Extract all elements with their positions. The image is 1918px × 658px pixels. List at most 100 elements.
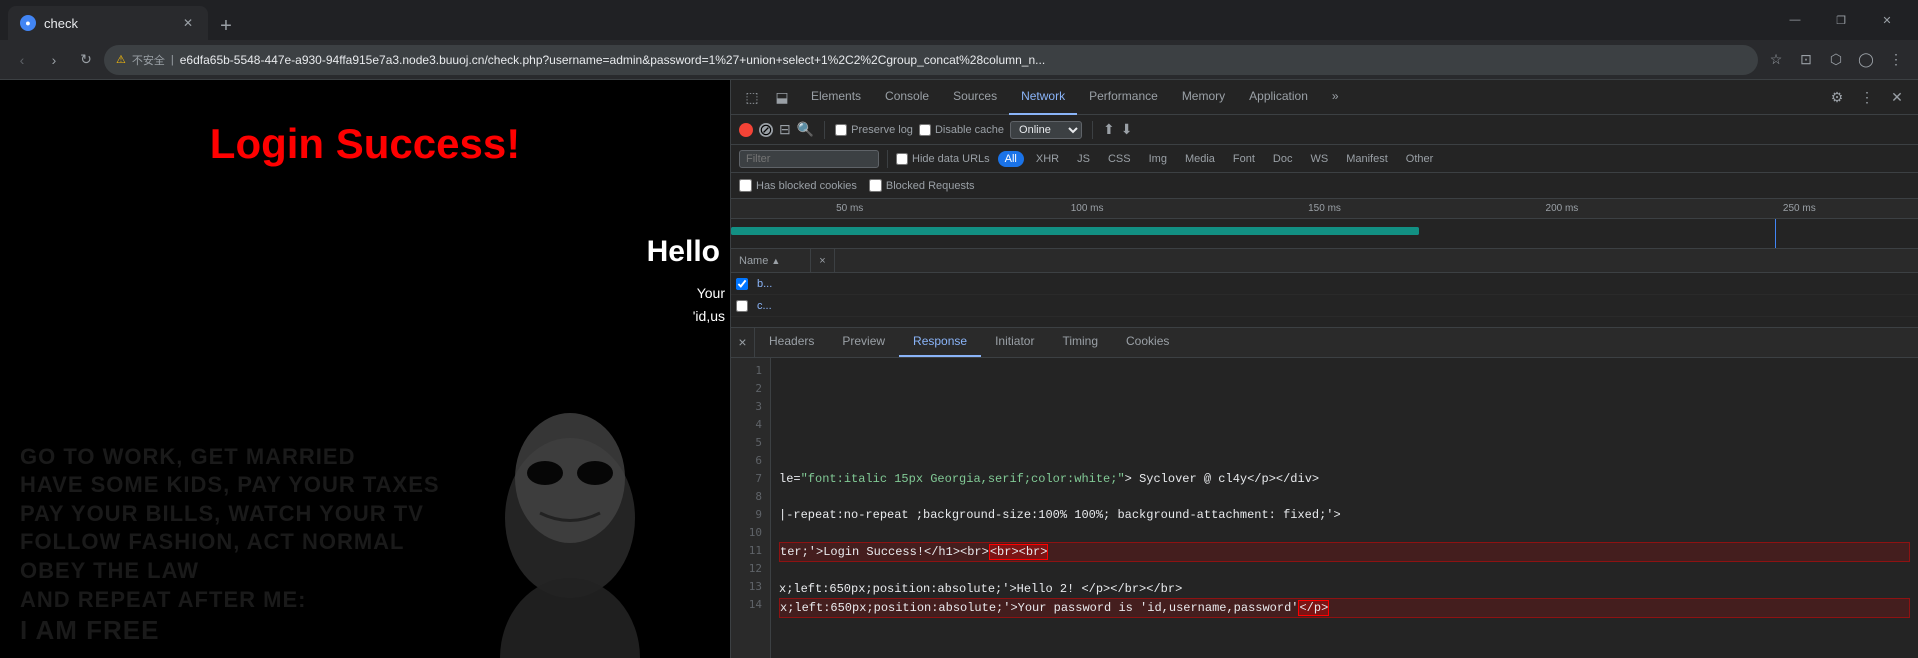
filter-font[interactable]: Font <box>1227 152 1261 166</box>
blocked-requests-input[interactable] <box>869 179 882 192</box>
filter-css[interactable]: CSS <box>1102 152 1137 166</box>
request-row-1-checkbox[interactable] <box>731 278 753 290</box>
disable-cache-input[interactable] <box>919 124 931 136</box>
import-button[interactable]: ⬆ <box>1103 121 1115 138</box>
export-button[interactable]: ⬇ <box>1121 121 1133 138</box>
preserve-log-checkbox[interactable]: Preserve log <box>835 124 913 136</box>
network-throttle-select[interactable]: Online Fast 3G Slow 3G Offline <box>1010 121 1082 139</box>
cast-button[interactable]: ⊡ <box>1792 46 1820 74</box>
row-1-checkbox-input[interactable] <box>736 278 748 290</box>
filter-img[interactable]: Img <box>1143 152 1173 166</box>
devtools-tab-application[interactable]: Application <box>1237 80 1320 115</box>
stop-button[interactable]: ⊘ <box>759 123 773 137</box>
code-line-5 <box>779 434 1910 452</box>
filter-manifest[interactable]: Manifest <box>1340 152 1394 166</box>
devtools-tab-performance[interactable]: Performance <box>1077 80 1170 115</box>
has-blocked-cookies-input[interactable] <box>739 179 752 192</box>
filter-js[interactable]: JS <box>1071 152 1096 166</box>
filter-other[interactable]: Other <box>1400 152 1440 166</box>
profile-button[interactable]: ◯ <box>1852 46 1880 74</box>
code-line-8 <box>779 488 1910 506</box>
filter-button[interactable]: ⊟ <box>779 121 791 138</box>
maximize-button[interactable]: ❐ <box>1818 0 1864 40</box>
line-num-10: 10 <box>731 524 770 542</box>
sub-tab-timing[interactable]: Timing <box>1048 327 1112 357</box>
has-blocked-cookies-checkbox[interactable]: Has blocked cookies <box>739 179 857 192</box>
devtools-tab-memory[interactable]: Memory <box>1170 80 1237 115</box>
disable-cache-checkbox[interactable]: Disable cache <box>919 124 1004 136</box>
timeline-bars <box>731 219 1918 249</box>
separator-1 <box>824 121 825 139</box>
devtools-inspect-button[interactable]: ⬚ <box>739 84 765 110</box>
active-tab[interactable]: ● check ✕ <box>8 6 208 40</box>
menu-button[interactable]: ⋮ <box>1882 46 1910 74</box>
devtools-tab-elements[interactable]: Elements <box>799 80 873 115</box>
security-icon: ⚠ <box>116 53 126 66</box>
devtools-close-button[interactable]: ✕ <box>1884 84 1910 110</box>
url-bar[interactable]: ⚠ 不安全 | e6dfa65b-5548-447e-a930-94ffa915… <box>104 45 1758 75</box>
record-button[interactable] <box>739 123 753 137</box>
line-num-4: 4 <box>731 416 770 434</box>
devtools-more-button[interactable]: ⋮ <box>1854 84 1880 110</box>
sub-tab-close-button[interactable]: × <box>731 327 755 357</box>
devtools-settings-button[interactable]: ⚙ <box>1824 84 1850 110</box>
timeline-label-50ms: 50 ms <box>731 199 968 218</box>
request-row-2-checkbox[interactable] <box>731 300 753 312</box>
devtools-tab-network[interactable]: Network <box>1009 80 1077 115</box>
address-right-icons: ☆ ⊡ ⬡ ◯ ⋮ <box>1762 46 1910 74</box>
sub-tab-headers[interactable]: Headers <box>755 327 828 357</box>
search-button[interactable]: 🔍 <box>797 121 814 138</box>
id-overlay: 'id,us <box>693 308 725 324</box>
col-name-label: Name <box>739 255 768 267</box>
extensions-button[interactable]: ⬡ <box>1822 46 1850 74</box>
devtools-tab-sources[interactable]: Sources <box>941 80 1009 115</box>
forward-button[interactable]: › <box>40 46 68 74</box>
your-overlay: Your <box>697 285 725 301</box>
close-button[interactable]: ✕ <box>1864 0 1910 40</box>
devtools-tab-more[interactable]: » <box>1320 80 1351 115</box>
sub-tab-initiator[interactable]: Initiator <box>981 327 1048 357</box>
line-num-1: 1 <box>731 362 770 380</box>
col-name-header[interactable]: Name ▲ <box>731 249 811 272</box>
refresh-button[interactable]: ↻ <box>72 46 100 74</box>
row-2-checkbox-input[interactable] <box>736 300 748 312</box>
code-line-11: ter;'>Login Success!</h1><br><br><br> <box>779 542 1910 562</box>
network-toolbar: ⊘ ⊟ 🔍 Preserve log Disable cache Online … <box>731 115 1918 145</box>
code-line-3 <box>779 398 1910 416</box>
timeline-bar-green <box>731 227 1419 235</box>
hide-data-urls-checkbox[interactable]: Hide data URLs <box>896 153 990 165</box>
line-num-3: 3 <box>731 398 770 416</box>
devtools-device-button[interactable]: ⬓ <box>769 84 795 110</box>
hide-data-urls-input[interactable] <box>896 153 908 165</box>
sub-tab-response[interactable]: Response <box>899 327 981 357</box>
code-line-9: |-repeat:no-repeat ;background-size:100%… <box>779 506 1910 524</box>
sub-tab-cookies[interactable]: Cookies <box>1112 327 1183 357</box>
hello-overlay: Hello <box>647 235 720 269</box>
devtools-tab-console[interactable]: Console <box>873 80 941 115</box>
devtools-panel: ⬚ ⬓ Elements Console Sources Network Per… <box>730 80 1918 658</box>
request-list[interactable]: b... c... <box>731 273 1918 328</box>
filter-ws[interactable]: WS <box>1304 152 1334 166</box>
minimize-button[interactable]: — <box>1772 0 1818 40</box>
blocked-requests-checkbox[interactable]: Blocked Requests <box>869 179 975 192</box>
line-num-13: 13 <box>731 578 770 596</box>
filter-xhr[interactable]: XHR <box>1030 152 1065 166</box>
filter-all[interactable]: All <box>998 151 1024 167</box>
back-button[interactable]: ‹ <box>8 46 36 74</box>
preserve-log-input[interactable] <box>835 124 847 136</box>
bookmark-button[interactable]: ☆ <box>1762 46 1790 74</box>
request-row-1[interactable]: b... <box>731 273 1918 295</box>
new-tab-button[interactable]: + <box>212 12 240 40</box>
sub-tab-preview[interactable]: Preview <box>828 327 899 357</box>
tab-close-button[interactable]: ✕ <box>180 15 196 31</box>
preserve-log-label: Preserve log <box>851 124 913 136</box>
filter-input[interactable] <box>739 150 879 168</box>
col-close[interactable]: × <box>811 249 835 272</box>
filter-doc[interactable]: Doc <box>1267 152 1299 166</box>
timeline-ruler: 50 ms 100 ms 150 ms 200 ms 250 ms <box>731 199 1918 219</box>
filter-type-pills: All XHR JS CSS Img Media Font Doc WS Man… <box>998 151 1440 167</box>
line-num-5: 5 <box>731 434 770 452</box>
request-row-2[interactable]: c... <box>731 295 1918 317</box>
line-num-9: 9 <box>731 506 770 524</box>
filter-media[interactable]: Media <box>1179 152 1221 166</box>
